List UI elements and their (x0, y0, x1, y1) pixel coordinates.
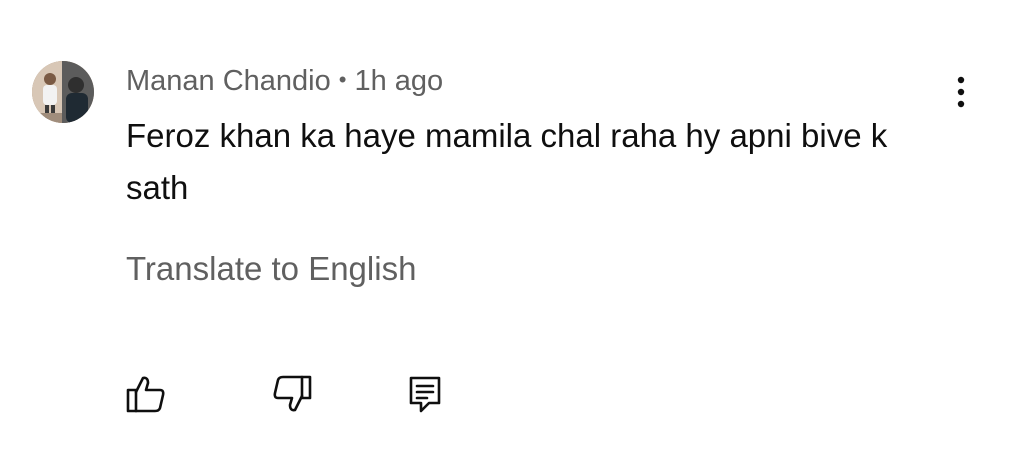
dislike-button[interactable] (268, 372, 316, 420)
thumb-down-icon (272, 375, 312, 418)
reply-icon (408, 375, 442, 418)
thumb-up-icon (126, 375, 166, 418)
translate-link[interactable]: Translate to English (126, 249, 416, 289)
comment-card: Manan Chandio • 1h ago Feroz khan ka haye … (0, 0, 1024, 458)
author-name[interactable]: Manan Chandio (126, 65, 331, 97)
comment-time: 1h ago (354, 65, 444, 97)
reply-button[interactable] (401, 372, 449, 420)
like-button[interactable] (122, 372, 170, 420)
more-options-button[interactable] (944, 72, 978, 116)
comment-text: Feroz khan ka haye mamila chal raha hy a… (126, 117, 888, 206)
avatar[interactable] (32, 61, 94, 123)
meta-separator: • (338, 67, 347, 92)
more-vert-icon (957, 76, 965, 113)
comment-meta: Manan Chandio • 1h ago (126, 64, 443, 100)
